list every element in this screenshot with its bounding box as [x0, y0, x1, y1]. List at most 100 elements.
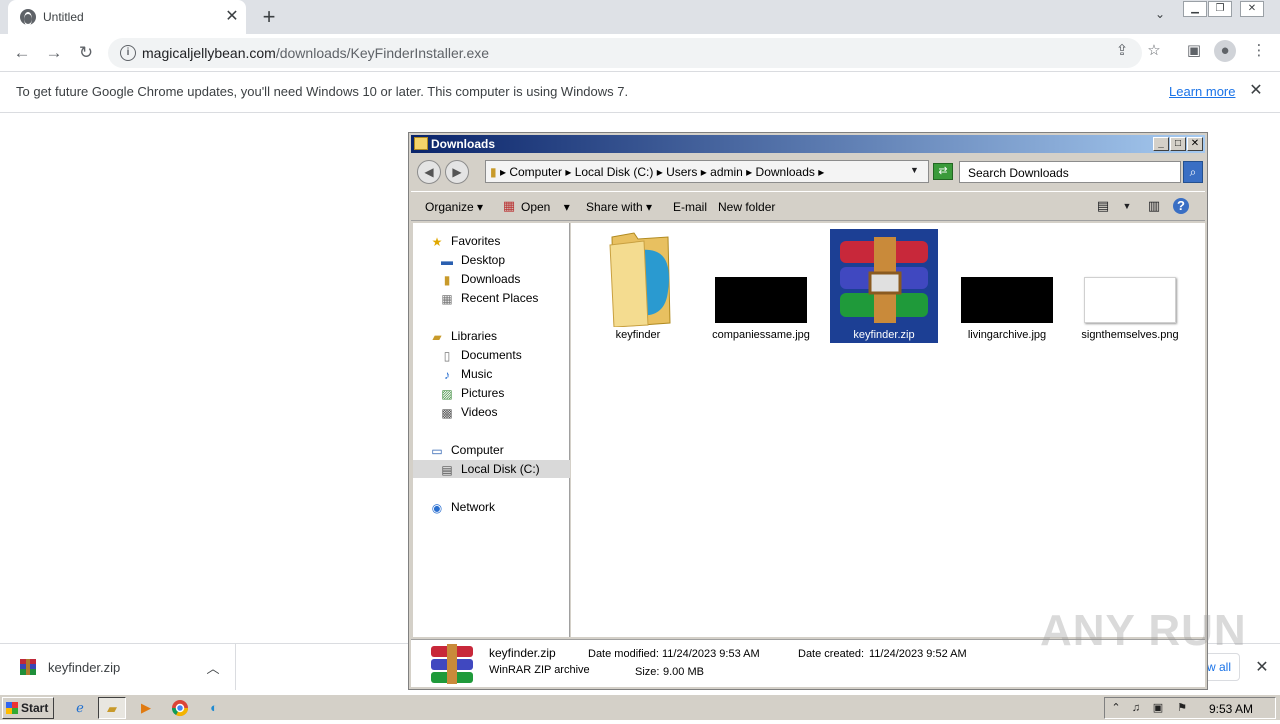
forward-arrow-icon[interactable]: →: [42, 41, 66, 65]
share-with-button[interactable]: Share with ▾: [586, 200, 652, 214]
breadcrumb-local-disk[interactable]: Local Disk (C:): [575, 165, 654, 179]
details-modified-label: Date modified:: [588, 648, 659, 660]
minimize-button[interactable]: _: [1153, 137, 1169, 151]
nav-videos[interactable]: ▩ Videos: [439, 403, 497, 421]
nav-music[interactable]: ♪ Music: [439, 365, 492, 383]
info-icon[interactable]: i: [120, 45, 136, 61]
breadcrumb-downloads[interactable]: Downloads: [756, 165, 815, 179]
browser-tab[interactable]: Untitled ✕: [8, 0, 246, 34]
network-icon[interactable]: ▣: [1151, 701, 1165, 715]
open-button[interactable]: Open ▾: [521, 200, 570, 214]
share-icon[interactable]: ⇪: [1111, 40, 1133, 62]
new-tab-button[interactable]: +: [256, 5, 282, 31]
refresh-icon[interactable]: ⇄: [933, 163, 953, 180]
new-folder-button[interactable]: New folder: [718, 200, 775, 214]
explorer-titlebar[interactable]: Downloads _ □ ✕: [411, 135, 1205, 153]
window-title: Downloads: [431, 137, 496, 151]
nav-network[interactable]: ◉ Network: [429, 498, 495, 516]
folder-icon: [414, 137, 428, 150]
star-icon: ★: [431, 234, 443, 249]
bookmark-star-icon[interactable]: ☆: [1143, 40, 1165, 62]
file-item-keyfinder-folder[interactable]: keyfinder: [584, 229, 692, 343]
chevron-down-icon[interactable]: ▼: [1119, 198, 1135, 214]
downloads-folder-icon: ▮: [443, 272, 451, 287]
learn-more-link[interactable]: Learn more: [1169, 84, 1235, 99]
details-filename: keyfinder.zip: [489, 646, 556, 660]
image-thumbnail: [961, 277, 1053, 323]
nav-downloads[interactable]: ▮ Downloads: [439, 270, 521, 288]
explorer-nav-row: ◀ ▶ ▮ ▸ Computer ▸ Local Disk (C:) ▸ Use…: [411, 155, 1205, 187]
back-arrow-icon[interactable]: ←: [10, 41, 34, 65]
details-modified-value: 11/24/2023 9:53 AM: [662, 648, 760, 660]
pictures-icon: ▨: [441, 386, 453, 401]
explorer-address-bar[interactable]: ▮ ▸ Computer ▸ Local Disk (C:) ▸ Users ▸…: [485, 160, 929, 183]
chevron-down-icon[interactable]: ⌄: [1150, 7, 1170, 27]
nav-favorites[interactable]: ★ Favorites: [429, 232, 501, 250]
show-hidden-icons-icon[interactable]: ⌃: [1109, 701, 1123, 715]
nav-pictures[interactable]: ▨ Pictures: [439, 384, 504, 402]
file-item-signthemselves[interactable]: signthemselves.png: [1076, 229, 1184, 343]
file-view: keyfinder companiessame.jpg keyfinder.zi…: [571, 223, 1205, 637]
breadcrumb-computer[interactable]: Computer: [509, 165, 562, 179]
details-size-label: Size:: [635, 666, 660, 678]
nav-desktop[interactable]: ▬ Desktop: [439, 251, 505, 269]
maximize-button[interactable]: □: [1170, 137, 1186, 151]
explorer-taskbar-icon[interactable]: ▰: [98, 697, 126, 719]
nav-documents[interactable]: ▯ Documents: [439, 346, 522, 364]
nav-computer[interactable]: ▭ Computer: [429, 441, 503, 459]
nav-recent-places[interactable]: ▦ Recent Places: [439, 289, 538, 307]
close-window-button[interactable]: ✕: [1240, 1, 1264, 17]
internet-explorer-icon[interactable]: ℯ: [66, 697, 94, 719]
start-button[interactable]: Start: [2, 697, 54, 719]
side-panel-icon[interactable]: ▣: [1183, 40, 1205, 62]
close-button[interactable]: ✕: [1187, 137, 1203, 151]
nav-local-disk[interactable]: ▤ Local Disk (C:): [413, 460, 570, 478]
winrar-icon: ▦: [502, 198, 516, 213]
file-item-livingarchive[interactable]: livingarchive.jpg: [953, 229, 1061, 343]
url-path: /downloads/KeyFinderInstaller.exe: [275, 45, 490, 61]
globe-icon: [20, 9, 36, 26]
breadcrumb-admin[interactable]: admin: [710, 165, 743, 179]
organize-button[interactable]: Organize ▾: [425, 200, 483, 214]
url-host: magicaljellybean.com: [142, 45, 276, 61]
preview-pane-icon[interactable]: ▥: [1146, 198, 1162, 214]
chrome-icon[interactable]: [166, 697, 194, 719]
clock[interactable]: 9:53 AM: [1209, 702, 1253, 716]
back-arrow-icon[interactable]: ◀: [417, 160, 441, 184]
more-menu-icon[interactable]: ⋮: [1248, 40, 1270, 62]
restore-button[interactable]: ❐: [1208, 1, 1232, 17]
reload-icon[interactable]: ↻: [74, 41, 98, 65]
forward-arrow-icon[interactable]: ▶: [445, 160, 469, 184]
nav-libraries[interactable]: ▰ Libraries: [429, 327, 497, 345]
email-button[interactable]: E-mail: [673, 200, 707, 214]
dropdown-arrow-icon[interactable]: ▼: [910, 165, 919, 175]
folder-icon: [609, 232, 671, 327]
close-shelf-icon[interactable]: ✕: [1252, 657, 1272, 677]
view-icon[interactable]: ▤: [1095, 198, 1111, 214]
minimize-button[interactable]: ▁: [1183, 1, 1207, 17]
chevron-up-icon[interactable]: ︿: [204, 658, 222, 676]
address-bar[interactable]: i magicaljellybean.com/downloads/KeyFind…: [108, 38, 1142, 68]
close-infobar-icon[interactable]: ✕: [1246, 81, 1266, 101]
profile-avatar-icon[interactable]: ●: [1214, 40, 1236, 62]
search-input[interactable]: Search Downloads: [959, 161, 1181, 183]
file-item-keyfinder-zip[interactable]: keyfinder.zip: [830, 229, 938, 343]
url-text[interactable]: magicaljellybean.com/downloads/KeyFinder…: [142, 45, 489, 61]
action-center-flag-icon[interactable]: ⚑: [1175, 701, 1189, 715]
desktop-icon: ▬: [441, 253, 453, 268]
close-tab-icon[interactable]: ✕: [222, 7, 242, 27]
volume-icon[interactable]: ♫: [1129, 701, 1143, 715]
help-icon[interactable]: ?: [1173, 198, 1189, 214]
edge-icon[interactable]: ◐: [200, 697, 228, 719]
details-type: WinRAR ZIP archive: [489, 664, 590, 676]
details-size-value: 9.00 MB: [663, 666, 704, 678]
documents-icon: ▯: [443, 348, 451, 363]
file-label: companiessame.jpg: [712, 329, 810, 341]
breadcrumb-users[interactable]: Users: [666, 165, 697, 179]
music-icon: ♪: [444, 367, 450, 382]
drive-icon: ▤: [441, 462, 453, 477]
media-player-icon[interactable]: ▶: [132, 697, 160, 719]
download-item[interactable]: keyfinder.zip ︿: [0, 644, 236, 690]
search-icon[interactable]: ⌕: [1183, 161, 1203, 183]
file-item-companiessame[interactable]: companiessame.jpg: [707, 229, 815, 343]
